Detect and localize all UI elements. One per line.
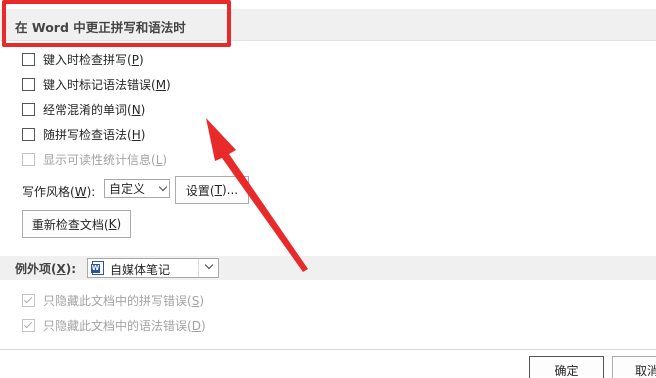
chevron-down-icon [158, 182, 168, 192]
settings-button[interactable]: 设置(T)... [175, 176, 249, 204]
option-readability-stats: 显示可读性统计信息(L) [22, 151, 167, 167]
recheck-document-button[interactable]: 重新检查文档(K) [22, 210, 131, 238]
exceptions-document-select[interactable]: 自媒体笔记 [87, 258, 219, 278]
check-grammar-with-spelling-checkbox[interactable] [22, 127, 35, 141]
option-check-spelling[interactable]: 键入时检查拼写(P) [22, 51, 144, 67]
hide-spelling-errors-checkbox [22, 293, 35, 307]
check-spelling-checkbox[interactable] [22, 52, 35, 66]
mark-grammar-label: 键入时标记语法错误(M) [43, 77, 171, 92]
chevron-down-icon [204, 260, 214, 270]
hide-spelling-errors-label: 只隐藏此文档中的拼写错误(S) [43, 293, 204, 308]
section-header: 在 Word 中更正拼写和语法时 [0, 9, 656, 41]
check-spelling-label: 键入时检查拼写(P) [43, 52, 144, 67]
option-mark-grammar[interactable]: 键入时标记语法错误(M) [22, 76, 171, 92]
proofing-options-panel: 在 Word 中更正拼写和语法时 键入时检查拼写(P) 键入时标记语法错误(M)… [0, 0, 656, 378]
mark-grammar-checkbox[interactable] [22, 77, 35, 91]
readability-stats-label: 显示可读性统计信息(L) [43, 152, 168, 167]
readability-stats-checkbox [22, 152, 35, 166]
section-title: 在 Word 中更正拼写和语法时 [15, 20, 186, 35]
exceptions-dropdown-button[interactable] [198, 259, 218, 277]
exceptions-label: 例外项(X): [15, 262, 77, 276]
word-doc-icon [91, 261, 104, 275]
hide-grammar-errors-checkbox [22, 318, 35, 332]
ok-button[interactable]: 确定 [529, 356, 604, 378]
writing-style-row: 写作风格(W): [22, 178, 95, 204]
check-grammar-with-spelling-label: 随拼写检查语法(H) [43, 127, 146, 142]
hide-grammar-errors-label: 只隐藏此文档中的语法错误(D) [43, 318, 206, 333]
confused-words-checkbox[interactable] [22, 102, 35, 116]
option-hide-spelling-errors: 只隐藏此文档中的拼写错误(S) [22, 292, 204, 308]
writing-style-select[interactable]: 自定义 [104, 179, 170, 198]
writing-style-value: 自定义 [109, 182, 146, 196]
option-check-grammar-with-spelling[interactable]: 随拼写检查语法(H) [22, 126, 145, 142]
writing-style-label: 写作风格(W): [22, 184, 96, 199]
confused-words-label: 经常混淆的单词(N) [43, 102, 146, 117]
footer-divider [0, 349, 656, 350]
option-confused-words[interactable]: 经常混淆的单词(N) [22, 101, 145, 117]
exceptions-document-value: 自媒体笔记 [110, 263, 171, 277]
cancel-button[interactable]: 取消 [612, 356, 656, 378]
option-hide-grammar-errors: 只隐藏此文档中的语法错误(D) [22, 317, 206, 333]
